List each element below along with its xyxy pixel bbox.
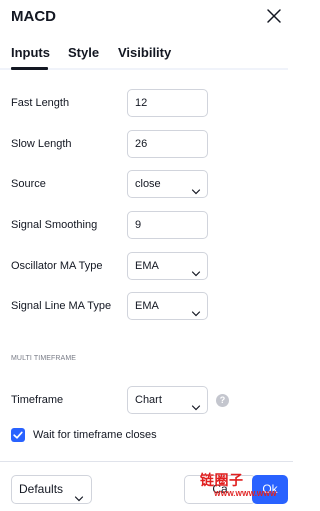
tab-bar: Inputs Style Visibility <box>0 42 293 72</box>
multi-timeframe-section-label: MULTI TIMEFRAME <box>11 355 77 362</box>
ok-button[interactable]: Ok <box>252 475 288 504</box>
dialog-title: MACD <box>11 8 56 25</box>
checkmark-icon <box>13 431 23 439</box>
chevron-down-icon <box>191 262 201 277</box>
fast-length-label: Fast Length <box>11 97 70 109</box>
source-value: close <box>135 178 161 190</box>
timeframe-select[interactable]: Chart <box>127 386 208 414</box>
fast-length-input[interactable]: 12 <box>127 89 208 117</box>
signal-line-ma-type-label: Signal Line MA Type <box>11 300 112 312</box>
dialog-header: MACD <box>0 0 293 34</box>
defaults-button[interactable]: Defaults <box>11 475 92 504</box>
chevron-down-icon <box>191 396 201 411</box>
tab-inputs[interactable]: Inputs <box>11 45 50 60</box>
chevron-down-icon <box>191 180 201 195</box>
wait-for-close-label[interactable]: Wait for timeframe closes <box>33 429 157 441</box>
signal-smoothing-label: Signal Smoothing <box>11 219 98 231</box>
active-tab-indicator <box>11 67 48 70</box>
chevron-down-icon <box>74 486 84 502</box>
oscillator-ma-type-label: Oscillator MA Type <box>11 260 103 272</box>
source-select[interactable]: close <box>127 170 208 198</box>
slow-length-label: Slow Length <box>11 138 72 150</box>
wait-for-close-checkbox[interactable] <box>11 428 25 442</box>
timeframe-label: Timeframe <box>11 394 64 406</box>
watermark-subtext: WWW.WWW.WWW <box>214 491 277 498</box>
signal-line-ma-type-select[interactable]: EMA <box>127 292 208 320</box>
signal-smoothing-input[interactable]: 9 <box>127 211 208 239</box>
question-circle-icon[interactable]: ? <box>216 394 229 407</box>
source-label: Source <box>11 178 46 190</box>
watermark-logo: 链圈子 <box>200 472 244 488</box>
slow-length-input[interactable]: 26 <box>127 130 208 158</box>
tab-style[interactable]: Style <box>68 45 99 60</box>
defaults-label: Defaults <box>19 482 64 496</box>
close-icon[interactable] <box>264 6 284 26</box>
tab-visibility[interactable]: Visibility <box>118 45 171 60</box>
oscillator-ma-type-select[interactable]: EMA <box>127 252 208 280</box>
footer-divider <box>0 461 293 462</box>
chevron-down-icon <box>191 302 201 317</box>
timeframe-value: Chart <box>135 394 162 406</box>
signal-line-ma-type-value: EMA <box>135 300 159 312</box>
oscillator-ma-type-value: EMA <box>135 260 159 272</box>
